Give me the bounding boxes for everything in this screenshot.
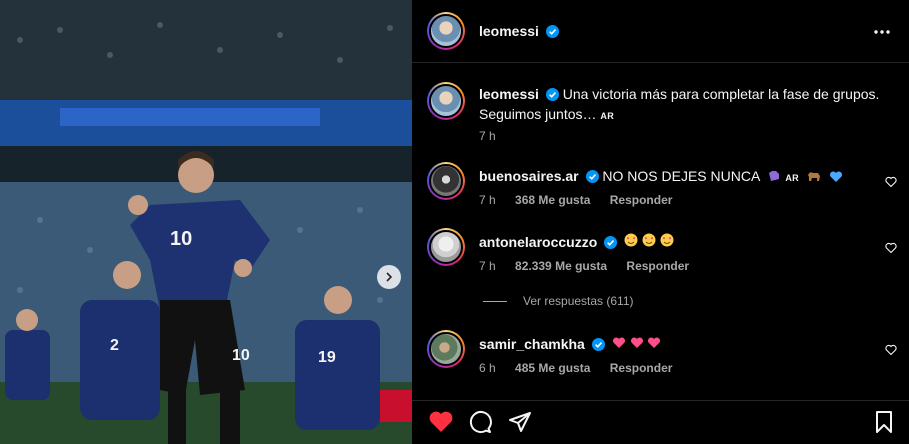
like-comment-heart-icon[interactable]: [885, 176, 897, 188]
flag-argentina-badge: AR: [600, 111, 615, 121]
like-comment-heart-icon[interactable]: [885, 344, 897, 356]
goat-animal-emoji-icon: [807, 172, 820, 181]
replies-divider: [483, 300, 507, 302]
blue-heart-emoji-icon: [829, 171, 842, 182]
view-replies-label: Ver respuestas (611): [523, 294, 634, 308]
commenter-avatar[interactable]: [427, 228, 465, 266]
post-photo[interactable]: 10 10 2 19: [0, 0, 412, 444]
reply-button[interactable]: Responder: [626, 259, 689, 273]
caption-timestamp: 7 h: [479, 129, 496, 143]
view-replies-button[interactable]: Ver respuestas (611): [483, 294, 634, 308]
comment-meta: 7 h 82.339 Me gusta Responder: [479, 259, 689, 273]
caption-first-line: leomessi Una victoria más para completar…: [479, 84, 899, 104]
carousel-next-button[interactable]: [377, 265, 401, 289]
heart-icon[interactable]: [428, 410, 454, 434]
caption-second-line: Seguimos juntos… AR: [479, 104, 899, 126]
comment-time: 7 h: [479, 193, 496, 207]
verified-badge-icon: [546, 25, 560, 38]
comment-body: buenosaires.ar NO NOS DEJES NUNCA AR: [479, 167, 859, 187]
svg-text:10: 10: [170, 228, 192, 250]
commenter-username[interactable]: samir_chamkha: [479, 336, 585, 352]
heart-eyes-emoji-icon: [624, 233, 674, 250]
send-icon[interactable]: [508, 410, 532, 434]
photo-scene: 10 10 2 19: [0, 0, 412, 444]
comment-likes[interactable]: 82.339 Me gusta: [515, 259, 607, 273]
reply-button[interactable]: Responder: [610, 193, 673, 207]
verified-badge-icon: [585, 170, 599, 183]
author-username[interactable]: leomessi: [479, 23, 539, 39]
svg-text:10: 10: [232, 347, 250, 364]
flag-argentina-badge: AR: [785, 173, 799, 183]
more-horizontal-icon[interactable]: [872, 22, 892, 42]
caption-text-continued: Seguimos juntos…: [479, 106, 597, 122]
comment-bubble-icon[interactable]: [468, 410, 492, 434]
comment-text: NO NOS DEJES NUNCA: [602, 168, 760, 184]
comment-likes[interactable]: 368 Me gusta: [515, 193, 590, 207]
comment-body: samir_chamkha: [479, 335, 859, 353]
svg-text:2: 2: [110, 337, 119, 354]
bookmark-icon[interactable]: [874, 410, 894, 434]
caption-text: Una victoria más para completar la fase …: [562, 86, 880, 102]
goat-emoji-icon: [769, 171, 780, 181]
commenter-avatar[interactable]: [427, 330, 465, 368]
author-avatar[interactable]: [427, 12, 465, 50]
comment-time: 7 h: [479, 259, 496, 273]
comment-time: 6 h: [479, 361, 496, 375]
commenter-username[interactable]: buenosaires.ar: [479, 168, 579, 184]
comment-meta: 7 h 368 Me gusta Responder: [479, 193, 672, 207]
commenter-username[interactable]: antonelaroccuzzo: [479, 234, 597, 250]
chevron-right-icon: [386, 272, 393, 282]
verified-badge-icon: [545, 88, 559, 101]
pink-heart-emoji-icon: [612, 336, 662, 352]
reply-button[interactable]: Responder: [610, 361, 673, 375]
post-action-bar: [412, 400, 909, 444]
verified-badge-icon: [604, 236, 618, 249]
verified-badge-icon: [591, 338, 605, 351]
caption-username[interactable]: leomessi: [479, 86, 539, 102]
post-detail-pane: leomessi leomessi Una victoria más para …: [412, 0, 909, 444]
post-header: leomessi: [412, 0, 909, 63]
caption-avatar[interactable]: [427, 82, 465, 120]
commenter-avatar[interactable]: [427, 162, 465, 200]
svg-text:19: 19: [318, 349, 336, 366]
comment-meta: 6 h 485 Me gusta Responder: [479, 361, 672, 375]
like-comment-heart-icon[interactable]: [885, 242, 897, 254]
comment-body: antonelaroccuzzo: [479, 233, 859, 251]
comment-likes[interactable]: 485 Me gusta: [515, 361, 590, 375]
